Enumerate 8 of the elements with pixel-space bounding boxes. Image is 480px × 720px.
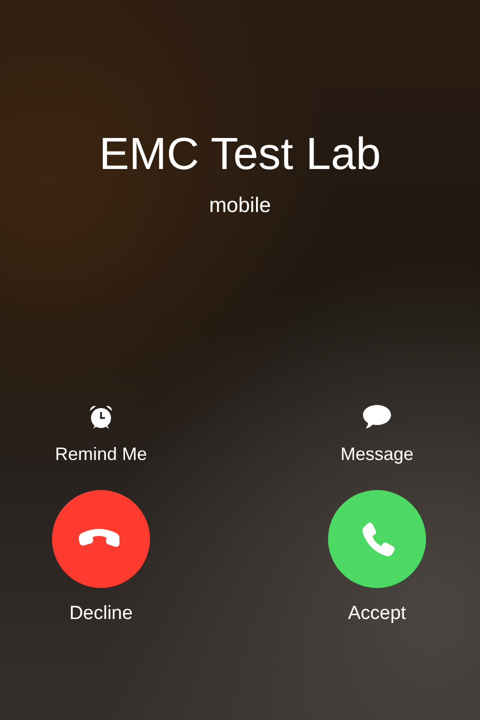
decline-label: Decline [69, 603, 133, 625]
speech-bubble-icon [362, 404, 392, 430]
alarm-clock-icon [87, 403, 115, 431]
accept-label: Accept [348, 603, 406, 625]
message-button[interactable]: Message [340, 443, 414, 465]
remind-me-button[interactable]: Remind Me [54, 443, 148, 465]
caller-label: mobile [209, 193, 271, 219]
caller-name: EMC Test Lab [99, 127, 381, 181]
